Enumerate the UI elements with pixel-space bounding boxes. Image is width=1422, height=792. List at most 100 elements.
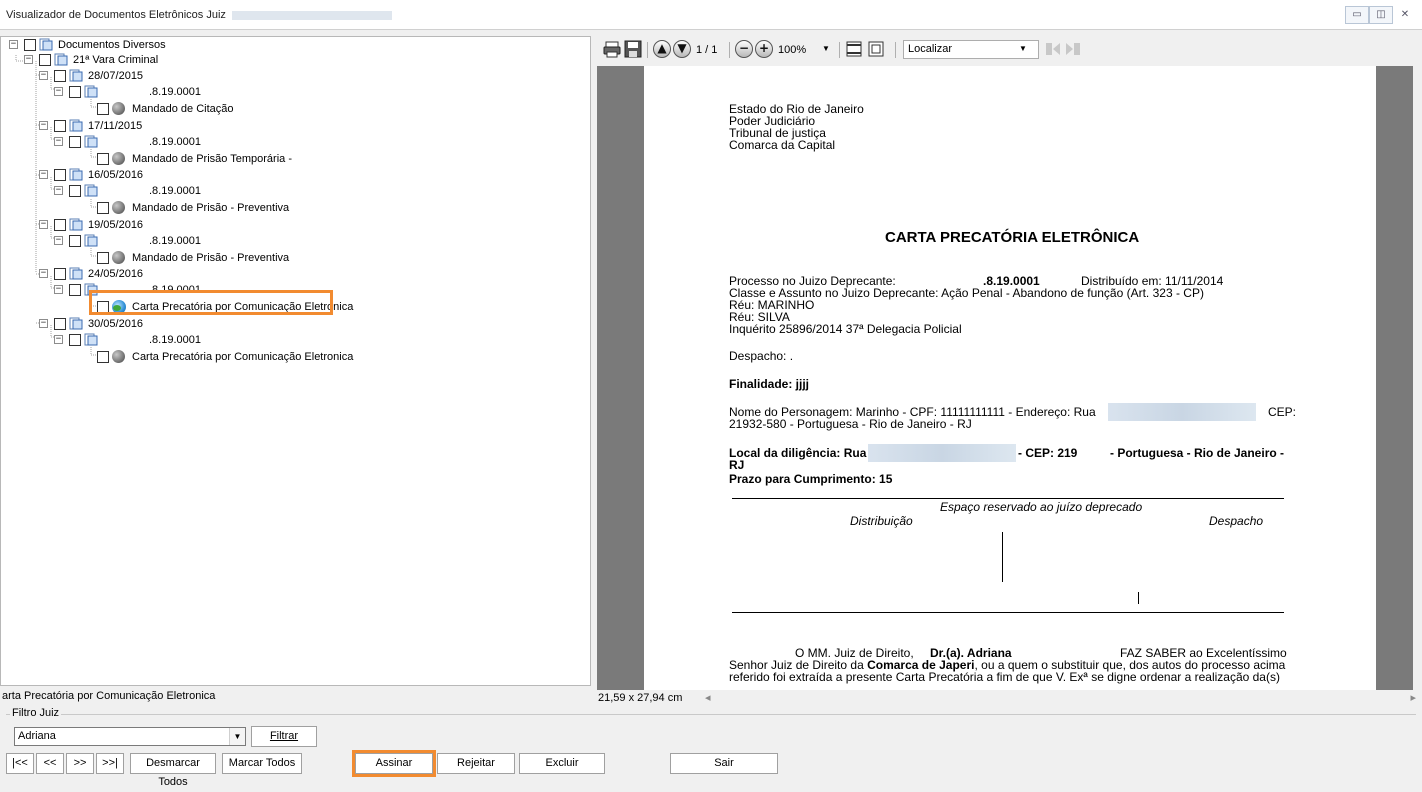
scroll-left-icon[interactable]: ◂ [705,690,711,706]
close-button[interactable]: ✕ [1393,6,1417,24]
sign-button[interactable]: Assinar [352,750,436,777]
exit-button[interactable]: Sair [670,753,778,774]
expander-icon[interactable]: − [39,319,48,328]
expander-icon[interactable]: − [54,137,63,146]
separator [647,42,648,58]
checkbox[interactable] [69,334,81,346]
expander-icon[interactable]: − [54,186,63,195]
gray-ball-icon [112,152,125,165]
expander-icon[interactable]: − [54,236,63,245]
tree-document-node[interactable]: Carta Precatória por Comunicação Eletron… [1,349,590,365]
print-icon[interactable] [603,40,621,58]
checkbox[interactable] [97,153,109,165]
checkbox[interactable] [54,169,66,181]
pdf-viewport[interactable]: Estado do Rio de Janeiro Poder Judiciári… [597,66,1413,691]
zoom-out-icon[interactable]: − [735,40,753,58]
doc-despacho-col: Despacho [1209,514,1264,528]
last-button[interactable]: >>| [96,753,124,774]
checkbox[interactable] [97,252,109,264]
tree-root[interactable]: − Documentos Diversos [1,37,590,53]
zoom-dropdown-icon[interactable]: ▼ [822,44,830,53]
expander-icon[interactable]: − [39,220,48,229]
checkbox[interactable] [69,86,81,98]
tree-process-node[interactable]: − .8.19.0001 [1,183,590,199]
expander-icon[interactable]: − [39,269,48,278]
expander-icon[interactable]: − [39,170,48,179]
tree-date-node[interactable]: − 24/05/2016 [1,266,590,282]
save-icon[interactable] [624,40,642,58]
restore-button[interactable]: ◫ [1369,6,1393,24]
expander-icon[interactable]: − [54,87,63,96]
expander-icon[interactable]: − [54,335,63,344]
expander-icon[interactable]: − [24,55,33,64]
doc-local-line1: Local da diligência: Rua [729,446,867,460]
previous-page-icon[interactable]: ▲ [653,40,671,58]
first-button[interactable]: |<< [6,753,34,774]
doc-prazo: Prazo para Cumprimento: 15 [729,472,893,486]
delete-button[interactable]: Excluir [519,753,605,774]
zoom-in-icon[interactable]: + [755,40,773,58]
expander-icon[interactable]: − [9,40,18,49]
checkbox[interactable] [97,202,109,214]
expander-icon[interactable]: − [39,121,48,130]
tree-date-node[interactable]: − 19/05/2016 [1,217,590,233]
reject-button[interactable]: Rejeitar [437,753,515,774]
scroll-right-icon[interactable]: ▸ [1410,690,1416,706]
checkbox[interactable] [39,54,51,66]
minimize-button[interactable]: ▭ [1345,6,1369,24]
pdf-vertical-scrollbar[interactable] [1413,66,1422,691]
next-page-icon[interactable]: ▼ [673,40,691,58]
document-folder-icon [69,218,83,231]
checkbox[interactable] [69,284,81,296]
expander-icon[interactable]: − [54,285,63,294]
next-button[interactable]: >> [66,753,94,774]
tree-document-node[interactable]: Mandado de Prisão Temporária - [1,151,590,167]
checkbox[interactable] [54,268,66,280]
tree-document-node[interactable]: Mandado de Citação [1,101,590,117]
mark-all-button[interactable]: Marcar Todos [222,753,302,774]
checkbox[interactable] [69,185,81,197]
tree-court[interactable]: − 21ª Vara Criminal [1,52,590,68]
document-folder-icon [84,333,98,346]
separator [895,42,896,58]
fit-width-icon[interactable] [845,40,863,58]
column-divider [1002,532,1003,582]
find-dropdown-icon[interactable]: ▼ [1019,44,1027,53]
checkbox[interactable] [69,235,81,247]
cursor-mark [1138,592,1139,604]
tree-process-label: .8.19.0001 [149,185,201,197]
tree-date-node[interactable]: − 17/11/2015 [1,118,590,134]
filter-button[interactable]: Filtrar [251,726,317,747]
tree-process-node[interactable]: − .8.19.0001 [1,84,590,100]
checkbox[interactable] [54,318,66,330]
checkbox[interactable] [54,120,66,132]
tree-document-node[interactable]: Mandado de Prisão - Preventiva [1,250,590,266]
fit-page-icon[interactable] [867,40,885,58]
find-previous-icon[interactable] [1044,40,1062,58]
find-next-icon[interactable] [1064,40,1082,58]
judge-select[interactable]: Adriana ▼ [14,727,246,746]
unmark-all-button[interactable]: Desmarcar Todos [130,753,216,788]
tree-process-node[interactable]: − .8.19.0001 [1,134,590,150]
tree-document-node[interactable]: Mandado de Prisão - Preventiva [1,200,590,216]
tree-document-label: Mandado de Prisão - Preventiva [132,252,290,264]
document-folder-icon [69,168,83,181]
tree-process-node[interactable]: − .8.19.0001 [1,332,590,348]
document-folder-icon [69,119,83,132]
tree-date-node[interactable]: − 16/05/2016 [1,167,590,183]
checkbox[interactable] [97,351,109,363]
tree-date-node[interactable]: − 30/05/2016 [1,316,590,332]
previous-button[interactable]: << [36,753,64,774]
checkbox[interactable] [69,136,81,148]
zoom-level[interactable]: 100% [778,44,806,56]
checkbox[interactable] [54,70,66,82]
checkbox[interactable] [97,103,109,115]
tree-date-node[interactable]: − 28/07/2015 [1,68,590,84]
tree-process-label: .8.19.0001 [149,136,201,148]
checkbox[interactable] [54,219,66,231]
tree-process-node[interactable]: − .8.19.0001 [1,233,590,249]
doc-title: CARTA PRECATÓRIA ELETRÔNICA [885,229,1140,246]
chevron-down-icon[interactable]: ▼ [229,728,245,745]
checkbox[interactable] [24,39,36,51]
expander-icon[interactable]: − [39,71,48,80]
